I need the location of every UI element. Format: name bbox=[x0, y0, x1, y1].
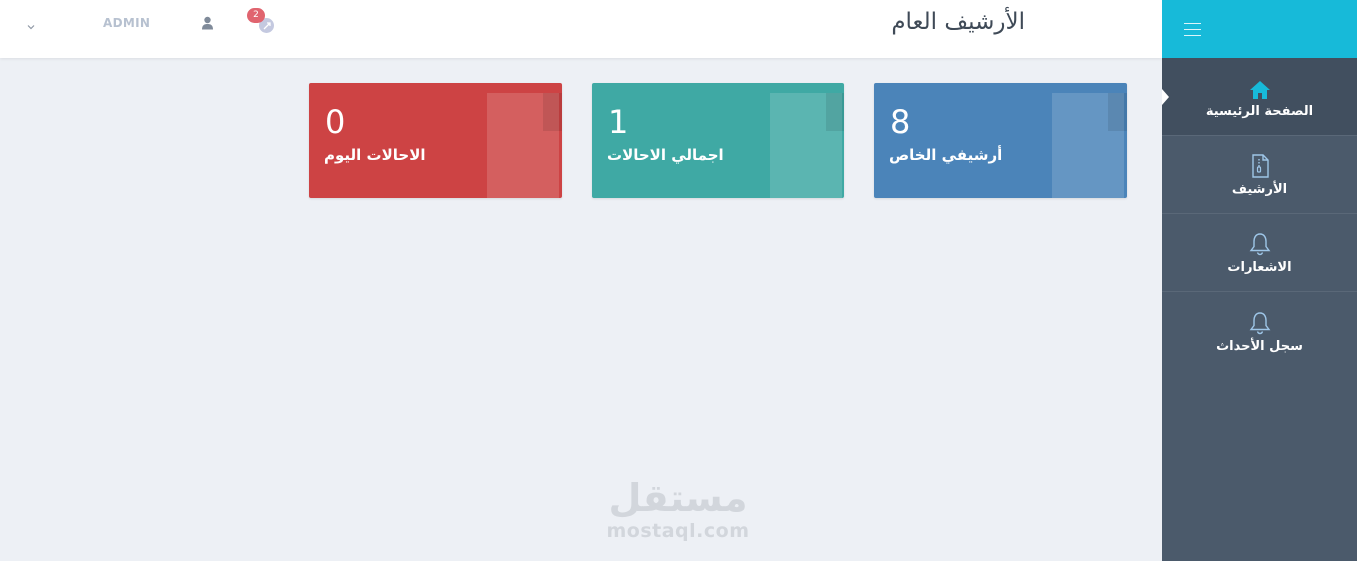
app-root: الأرشيف العام ADMIN 2 0 الاحالات اليوم 1 bbox=[0, 0, 1357, 561]
bell-icon bbox=[1249, 309, 1271, 335]
user-name[interactable]: ADMIN bbox=[103, 16, 150, 30]
card-value: 8 bbox=[890, 103, 911, 141]
hamburger-icon[interactable] bbox=[1184, 22, 1201, 36]
watermark-arabic: مستقل bbox=[608, 476, 748, 520]
sidebar-item-label: سجل الأحداث bbox=[1216, 338, 1303, 354]
watermark-latin: mostaql.com bbox=[606, 520, 750, 542]
card-value: 1 bbox=[608, 103, 629, 141]
card-decoration-fold bbox=[1108, 93, 1127, 131]
sidebar-item-label: الأرشيف bbox=[1231, 182, 1288, 197]
card-my-archive[interactable]: 8 أرشيفي الخاص bbox=[874, 83, 1127, 198]
bell-icon bbox=[1249, 230, 1271, 256]
chevron-down-icon[interactable] bbox=[26, 17, 36, 36]
card-decoration-fold bbox=[826, 93, 844, 131]
card-value: 0 bbox=[325, 103, 346, 141]
sidebar-item-label: الاشعارات bbox=[1227, 260, 1292, 275]
watermark: مستقل mostaql.com bbox=[603, 476, 753, 542]
card-label: الاحالات اليوم bbox=[324, 146, 426, 164]
notification-badge: 2 bbox=[247, 8, 265, 23]
card-today-referrals[interactable]: 0 الاحالات اليوم bbox=[309, 83, 562, 198]
card-decoration-fold bbox=[543, 93, 562, 131]
page-title: الأرشيف العام bbox=[891, 9, 1025, 35]
sidebar-item-archive[interactable]: الأرشيف bbox=[1162, 136, 1357, 214]
sidebar-item-label: الصفحة الرئيسية bbox=[1205, 104, 1314, 119]
file-archive-icon bbox=[1251, 152, 1269, 178]
sidebar: الصفحة الرئيسية الأرشيف الاشعارات سجل ال… bbox=[1162, 0, 1357, 561]
sidebar-item-home[interactable]: الصفحة الرئيسية bbox=[1162, 58, 1357, 136]
card-total-referrals[interactable]: 1 اجمالي الاحالات bbox=[592, 83, 844, 198]
home-icon bbox=[1249, 74, 1271, 100]
sidebar-header bbox=[1162, 0, 1357, 58]
sidebar-item-event-log[interactable]: سجل الأحداث bbox=[1162, 292, 1357, 370]
sidebar-item-notifications[interactable]: الاشعارات bbox=[1162, 214, 1357, 292]
card-label: أرشيفي الخاص bbox=[889, 146, 1003, 164]
card-label: اجمالي الاحالات bbox=[607, 146, 724, 164]
top-bar: الأرشيف العام ADMIN 2 bbox=[0, 0, 1162, 58]
user-icon[interactable] bbox=[201, 15, 214, 34]
